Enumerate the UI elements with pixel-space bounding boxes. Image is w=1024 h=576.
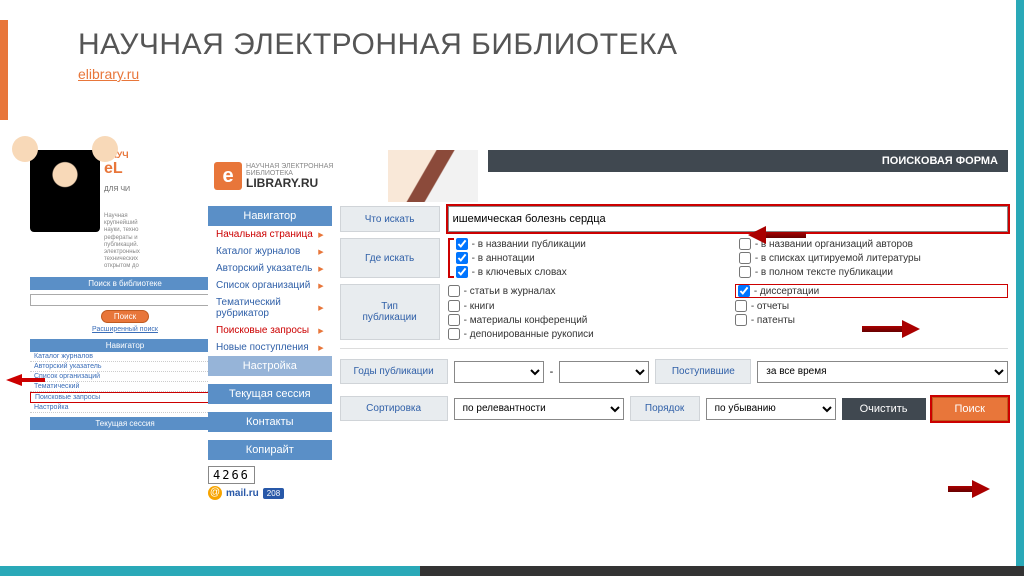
where-option[interactable]: - в ключевых словах: [456, 266, 725, 278]
bg-nav-header: Навигатор: [30, 339, 220, 352]
label-years: Годы публикации: [340, 359, 448, 384]
at-icon: @: [208, 486, 222, 500]
nav-item[interactable]: Каталог журналов▶: [208, 243, 332, 260]
visitor-counter: 4266: [208, 466, 255, 484]
logo-main: LIBRARY.RU: [246, 177, 333, 189]
bg-blurb: Научная крупнейший науки, техно рефераты…: [104, 213, 140, 271]
red-arrow-icon: [948, 480, 990, 498]
nav-item[interactable]: Авторский указатель▶: [208, 260, 332, 277]
nav-item[interactable]: Новые поступления▶: [208, 339, 332, 356]
dash: -: [550, 366, 554, 378]
search-form: Что искать Где искать - в названии публи…: [332, 206, 1008, 500]
bg-nav-item[interactable]: Каталог журналов: [30, 352, 220, 362]
where-option[interactable]: - в полном тексте публикации: [739, 266, 1008, 278]
bg-search-header: Поиск в библиотеке: [30, 277, 220, 290]
label-sort: Сортировка: [340, 396, 448, 421]
label-what: Что искать: [340, 206, 440, 232]
background-screenshot: НАУЧ eL ДЛЯ ЧИ Научная крупнейший науки,…: [30, 150, 220, 430]
bg-nav-item[interactable]: Поисковые запросы: [30, 392, 220, 403]
nav-copyright[interactable]: Копирайт: [208, 440, 332, 460]
search-button[interactable]: Поиск: [932, 397, 1008, 421]
form-title-bar: ПОИСКОВАЯ ФОРМА: [488, 150, 1008, 172]
label-received: Поступившие: [655, 359, 751, 384]
bg-nav-item[interactable]: Настройка: [30, 403, 220, 413]
logo-e-icon: e: [214, 162, 242, 190]
nav-item[interactable]: Список организаций▶: [208, 277, 332, 294]
bg-subtitle: ДЛЯ ЧИ: [104, 186, 140, 193]
type-option[interactable]: - материалы конференций: [448, 314, 721, 326]
year-to-select[interactable]: [559, 361, 649, 383]
accent-bar-right: [1016, 0, 1024, 576]
type-option[interactable]: - диссертации: [735, 284, 1008, 298]
elibrary-logo: e НАУЧНАЯ ЭЛЕКТРОННАЯ БИБЛИОТЕКА LIBRARY…: [208, 150, 378, 202]
where-option[interactable]: - в аннотации: [456, 252, 725, 264]
navigator-column: Навигатор Начальная страница▶Каталог жур…: [208, 206, 332, 500]
label-type: Тип публикации: [340, 284, 440, 340]
bg-search-btn[interactable]: Поиск: [101, 310, 149, 323]
nav-item[interactable]: Тематический рубрикатор▶: [208, 294, 332, 322]
handshake-image: [388, 150, 478, 202]
nav-item[interactable]: Начальная страница▶: [208, 226, 332, 243]
bg-nav-item[interactable]: Тематический: [30, 382, 220, 392]
stripe-bottom: [0, 566, 1024, 576]
label-where: Где искать: [340, 238, 440, 278]
sort-select[interactable]: по релевантности: [454, 398, 624, 420]
where-option[interactable]: - в списках цитируемой литературы: [739, 252, 1008, 264]
bg-nav-item[interactable]: Авторский указатель: [30, 362, 220, 372]
nav-contacts[interactable]: Контакты: [208, 412, 332, 432]
bg-session: Текущая сессия: [30, 417, 220, 430]
red-arrow-icon: [748, 226, 806, 244]
nav-session[interactable]: Текущая сессия: [208, 384, 332, 404]
received-select[interactable]: за все время: [757, 361, 1008, 383]
bg-search-input[interactable]: [30, 294, 220, 306]
nav-item[interactable]: Поисковые запросы▶: [208, 322, 332, 339]
red-arrow-icon: [862, 320, 920, 338]
slide-link[interactable]: elibrary.ru: [78, 66, 139, 82]
nav-header: Навигатор: [208, 206, 332, 226]
mailru-text: mail.ru: [226, 488, 259, 499]
person-image: [30, 150, 100, 232]
label-order: Порядок: [630, 396, 700, 421]
mailru-count: 208: [263, 488, 284, 499]
bracket-icon: [448, 238, 454, 278]
type-option[interactable]: - депонированные рукописи: [448, 328, 721, 340]
type-option[interactable]: - отчеты: [735, 300, 1008, 312]
type-option[interactable]: - книги: [448, 300, 721, 312]
red-arrow-icon: [6, 374, 22, 386]
slide-title: НАУЧНАЯ ЭЛЕКТРОННАЯ БИБЛИОТЕКА: [78, 28, 678, 62]
order-select[interactable]: по убыванию: [706, 398, 836, 420]
where-option[interactable]: - в названии публикации: [456, 238, 725, 250]
bg-logo: eL: [104, 160, 140, 178]
type-option[interactable]: - статьи в журналах: [448, 284, 721, 298]
bg-adv-search[interactable]: Расширенный поиск: [30, 326, 220, 333]
mailru-badge[interactable]: @ mail.ru 208: [208, 486, 332, 500]
accent-bar-left: [0, 20, 8, 120]
nav-config[interactable]: Настройка: [208, 356, 332, 376]
what-input[interactable]: [448, 206, 1008, 232]
bg-nav-item[interactable]: Список организаций: [30, 372, 220, 382]
clear-button[interactable]: Очистить: [842, 398, 926, 420]
year-from-select[interactable]: [454, 361, 544, 383]
logo-subtitle: НАУЧНАЯ ЭЛЕКТРОННАЯ БИБЛИОТЕКА: [246, 163, 333, 177]
